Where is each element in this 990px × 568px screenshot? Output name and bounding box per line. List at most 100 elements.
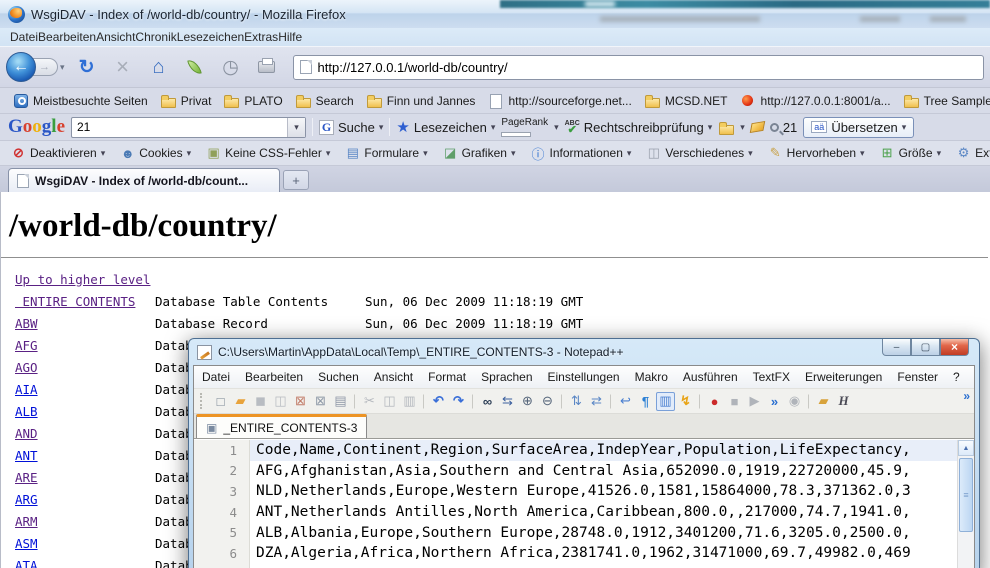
notepadpp-menu-item[interactable]: ? bbox=[953, 370, 960, 384]
tab-wsgidav[interactable]: WsgiDAV - Index of /world-db/count... bbox=[8, 168, 280, 192]
google-bookmarks-button[interactable]: ★ Lesezeichen ▾ bbox=[396, 118, 495, 136]
webdev-menu-item[interactable]: ▣Keine CSS-Fehler▾ bbox=[201, 143, 335, 163]
entry-link[interactable]: AIA bbox=[15, 382, 38, 397]
minimize-button[interactable]: – bbox=[882, 339, 911, 356]
scrollbar-up-arrow[interactable]: ▲ bbox=[958, 440, 974, 456]
bookmark-item[interactable]: http://sourceforge.net... bbox=[481, 92, 637, 110]
reload-button[interactable]: ↻ bbox=[74, 54, 100, 80]
notepadpp-menu-item[interactable]: Fenster bbox=[897, 370, 938, 384]
entry-link[interactable]: ABW bbox=[15, 316, 38, 331]
google-search-button[interactable]: G Suche ▾ bbox=[319, 120, 383, 135]
toolbar-icon[interactable]: ↷ bbox=[449, 392, 468, 411]
entry-link[interactable]: ATA bbox=[15, 558, 38, 568]
notepadpp-menu-item[interactable]: Sprachen bbox=[481, 370, 532, 384]
send-to-button[interactable] bbox=[718, 121, 734, 134]
notepadpp-menu-item[interactable]: Datei bbox=[202, 370, 230, 384]
notepadpp-menu-item[interactable]: Einstellungen bbox=[548, 370, 620, 384]
notepadpp-menu-item[interactable]: TextFX bbox=[753, 370, 790, 384]
toolbar-icon[interactable]: ▰ bbox=[814, 392, 833, 411]
highlighter-icon[interactable] bbox=[750, 121, 765, 133]
toolbar-icon[interactable] bbox=[808, 394, 810, 409]
webdev-menu-item[interactable]: ☻Cookies▾ bbox=[115, 144, 196, 163]
firefox-menu-item[interactable]: Ansicht bbox=[96, 30, 135, 44]
editor-scrollbar[interactable]: ▲ ≡ bbox=[957, 440, 974, 568]
toolbar-icon[interactable] bbox=[472, 394, 474, 409]
webdev-menu-item[interactable]: ✎Hervorheben▾ bbox=[763, 143, 870, 163]
notepadpp-menu-item[interactable]: Bearbeiten bbox=[245, 370, 303, 384]
toolbar-icon[interactable]: ⊕ bbox=[518, 392, 537, 411]
entry-link[interactable]: ENTIRE CONTENTS bbox=[15, 294, 135, 309]
toolbar-icon[interactable] bbox=[423, 394, 425, 409]
toolbar-icon[interactable]: H bbox=[834, 392, 853, 411]
bookmark-item[interactable]: MCSD.NET bbox=[638, 92, 734, 110]
up-to-higher-level-link[interactable]: Up to higher level bbox=[15, 272, 150, 287]
home-button[interactable]: ⌂ bbox=[146, 54, 172, 80]
notepadpp-menu-item[interactable]: Suchen bbox=[318, 370, 359, 384]
bookmark-item[interactable]: Meistbesuchte Seiten bbox=[6, 92, 154, 110]
toolbar-icon[interactable]: ↯ bbox=[676, 392, 695, 411]
feed-button[interactable] bbox=[182, 54, 208, 80]
entry-link[interactable]: AFG bbox=[15, 338, 38, 353]
dropdown-caret[interactable]: ▾ bbox=[554, 122, 559, 133]
toolbar-icon[interactable]: ◫ bbox=[380, 392, 399, 411]
scrollbar-thumb[interactable]: ≡ bbox=[959, 458, 973, 532]
translate-button[interactable]: aä Übersetzen ▾ bbox=[803, 117, 914, 138]
back-button[interactable]: ← bbox=[6, 52, 36, 82]
bookmark-item[interactable]: Tree Samples bbox=[897, 92, 990, 110]
pagerank-indicator[interactable]: PageRank bbox=[501, 118, 548, 137]
toolbar-icon[interactable]: » bbox=[765, 392, 784, 411]
toolbar-icon[interactable]: ¶ bbox=[636, 392, 655, 411]
toolbar-icon[interactable]: ◉ bbox=[785, 392, 804, 411]
toolbar-icon[interactable] bbox=[354, 394, 356, 409]
url-bar[interactable] bbox=[293, 55, 984, 80]
toolbar-icon[interactable]: ▥ bbox=[400, 392, 419, 411]
bookmark-item[interactable]: PLATO bbox=[217, 92, 288, 110]
webdev-menu-item[interactable]: ◫Verschiedenes▾ bbox=[641, 143, 757, 163]
firefox-menu-item[interactable]: Lesezeichen bbox=[177, 30, 244, 44]
toolbar-icon[interactable]: ⇆ bbox=[498, 392, 517, 411]
editor-area[interactable]: 1 Code,Name,Continent,Region,SurfaceArea… bbox=[194, 439, 974, 568]
line-text[interactable]: Code,Name,Continent,Region,SurfaceArea,I… bbox=[250, 440, 957, 461]
line-text[interactable]: AFG,Afghanistan,Asia,Southern and Centra… bbox=[250, 461, 957, 482]
close-button[interactable]: × bbox=[940, 339, 969, 356]
line-text[interactable]: ALB,Albania,Europe,Southern Europe,28748… bbox=[250, 522, 957, 543]
webdev-menu-item[interactable]: ◪Grafiken▾ bbox=[438, 143, 521, 163]
firefox-menu-item[interactable]: Datei bbox=[10, 30, 38, 44]
toolbar-icon[interactable]: ◫ bbox=[271, 392, 290, 411]
toolbar-icon[interactable]: ↩ bbox=[616, 392, 635, 411]
firefox-menu-item[interactable]: Bearbeiten bbox=[38, 30, 96, 44]
bookmark-item[interactable]: Finn und Jannes bbox=[360, 92, 482, 110]
firefox-menu-item[interactable]: Chronik bbox=[135, 30, 176, 44]
toolbar-icon[interactable]: ✂ bbox=[360, 392, 379, 411]
toolbar-icon[interactable]: ▤ bbox=[331, 392, 350, 411]
bookmark-item[interactable]: Search bbox=[289, 92, 360, 110]
toolbar-icon[interactable]: ▰ bbox=[231, 392, 250, 411]
firefox-menu-item[interactable]: Hilfe bbox=[278, 30, 302, 44]
history-button[interactable]: ◷ bbox=[218, 54, 244, 80]
toolbar-icon[interactable]: ⊖ bbox=[538, 392, 557, 411]
line-text[interactable]: DZA,Algeria,Africa,Northern Africa,23817… bbox=[250, 543, 957, 564]
toolbar-icon[interactable]: ⊠ bbox=[311, 392, 330, 411]
firefox-titlebar[interactable]: WsgiDAV - Index of /world-db/country/ - … bbox=[0, 0, 990, 28]
google-search-box[interactable]: ▾ bbox=[71, 117, 306, 138]
bookmark-item[interactable]: Privat bbox=[154, 92, 218, 110]
google-search-input[interactable] bbox=[72, 120, 287, 134]
notepadpp-menu-item[interactable]: Makro bbox=[635, 370, 668, 384]
toolbar-icon[interactable]: ∞ bbox=[478, 392, 497, 411]
entry-link[interactable]: ARG bbox=[15, 492, 38, 507]
line-text[interactable]: NLD,Netherlands,Europe,Western Europe,41… bbox=[250, 481, 957, 502]
entry-link[interactable]: ASM bbox=[15, 536, 38, 551]
toolbar-icon[interactable]: ● bbox=[705, 392, 724, 411]
notepadpp-menu-item[interactable]: Ausführen bbox=[683, 370, 738, 384]
webdev-menu-item[interactable]: ⊘Deaktivieren▾ bbox=[6, 143, 110, 163]
firefox-menu-item[interactable]: Extras bbox=[244, 30, 278, 44]
webdev-menu-item[interactable]: ▤Formulare▾ bbox=[340, 143, 432, 163]
webdev-menu-item[interactable]: ⚙Extras▾ bbox=[951, 143, 990, 163]
google-logo[interactable]: Google bbox=[8, 116, 65, 138]
toolbar-icon[interactable]: ◼ bbox=[251, 392, 270, 411]
notepadpp-menu-item[interactable]: Ansicht bbox=[374, 370, 413, 384]
entry-link[interactable]: ANT bbox=[15, 448, 38, 463]
find-count[interactable]: 21 bbox=[770, 120, 797, 135]
webdev-menu-item[interactable]: ⓘInformationen▾ bbox=[525, 142, 636, 165]
stop-button[interactable]: × bbox=[110, 54, 136, 80]
